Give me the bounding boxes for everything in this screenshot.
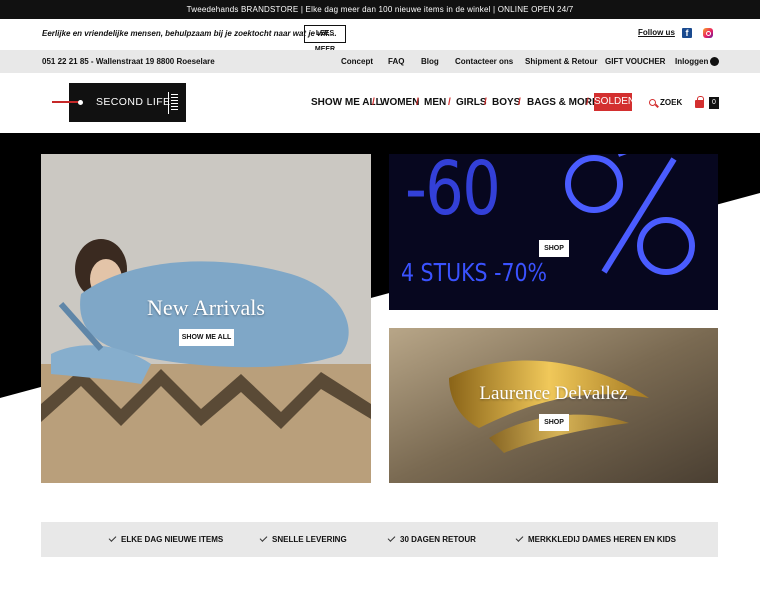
nav-men[interactable]: MEN bbox=[424, 97, 446, 108]
nav-boys[interactable]: BOYS bbox=[492, 97, 520, 108]
nav-separator: / bbox=[518, 97, 521, 108]
new-arrivals-title: New Arrivals bbox=[147, 295, 265, 320]
check-icon bbox=[515, 534, 524, 542]
link-login[interactable]: Inloggen bbox=[675, 57, 708, 66]
facebook-icon[interactable]: f bbox=[682, 28, 692, 38]
link-concept[interactable]: Concept bbox=[341, 57, 373, 66]
tile-sale[interactable]: -60 4 STUKS -70% SHOP bbox=[389, 154, 718, 310]
feature-item: SNELLE LEVERING bbox=[259, 534, 347, 544]
feature-label: MERKKLEDIJ DAMES HEREN EN KIDS bbox=[528, 535, 677, 544]
check-icon bbox=[259, 534, 268, 542]
nav-sale[interactable]: SOLDEN bbox=[594, 93, 635, 111]
feature-item: ELKE DAG NIEUWE ITEMS bbox=[108, 534, 224, 544]
nav-separator: / bbox=[416, 97, 419, 108]
instagram-icon[interactable] bbox=[703, 28, 713, 38]
check-icon bbox=[108, 534, 117, 542]
sale-sub-text: 4 STUKS -70% bbox=[401, 258, 548, 287]
main-header: SECOND LIFE SHOW ME ALL / WOMEN / MEN / … bbox=[0, 73, 760, 133]
designer-shop-button[interactable]: SHOP bbox=[539, 414, 569, 431]
feature-item: MERKKLEDIJ DAMES HEREN EN KIDS bbox=[515, 534, 677, 544]
designer-image bbox=[389, 328, 718, 483]
read-more-button[interactable]: LEES MEER bbox=[304, 25, 346, 53]
sale-big-text: -60 bbox=[405, 154, 501, 232]
store-address: 051 22 21 85 - Wallenstraat 19 8800 Roes… bbox=[42, 57, 215, 66]
nav-separator: / bbox=[372, 97, 375, 108]
nav-women[interactable]: WOMEN bbox=[380, 97, 419, 108]
nav-separator: / bbox=[586, 97, 589, 108]
follow-us-link[interactable]: Follow us bbox=[638, 28, 675, 37]
feature-item: 30 DAGEN RETOUR bbox=[387, 534, 476, 544]
link-contact[interactable]: Contacteer ons bbox=[455, 57, 513, 66]
show-me-all-button[interactable]: SHOW ME ALL bbox=[179, 329, 234, 346]
tile-laurence-delvallez[interactable]: Laurence Delvallez SHOP bbox=[389, 328, 718, 483]
nav-separator: / bbox=[448, 97, 451, 108]
logo[interactable]: SECOND LIFE bbox=[52, 83, 186, 122]
search-icon[interactable] bbox=[649, 99, 656, 106]
link-blog[interactable]: Blog bbox=[421, 57, 439, 66]
tile-new-arrivals[interactable]: New Arrivals SHOW ME ALL bbox=[41, 154, 371, 483]
designer-title: Laurence Delvallez bbox=[479, 383, 628, 404]
check-icon bbox=[387, 534, 396, 542]
features-bar: ELKE DAG NIEUWE ITEMS SNELLE LEVERING 30… bbox=[41, 522, 718, 557]
promo-tagline: Eerlijke en vriendelijke mensen, behulpz… bbox=[42, 29, 337, 38]
link-shipment[interactable]: Shipment & Retour bbox=[525, 57, 597, 66]
feature-label: SNELLE LEVERING bbox=[272, 535, 347, 544]
info-bar: 051 22 21 85 - Wallenstraat 19 8800 Roes… bbox=[0, 50, 760, 73]
link-gift-voucher[interactable]: GIFT VOUCHER bbox=[605, 57, 665, 66]
sale-shop-button[interactable]: SHOP bbox=[539, 240, 569, 257]
search-label[interactable]: ZOEK bbox=[660, 98, 682, 107]
logo-text: SECOND LIFE bbox=[96, 96, 171, 108]
announcement-bar: Tweedehands BRANDSTORE | Elke dag meer d… bbox=[0, 0, 760, 19]
user-icon[interactable] bbox=[710, 57, 719, 66]
cart-count-badge[interactable]: 0 bbox=[709, 97, 719, 109]
cart-icon[interactable] bbox=[695, 96, 704, 108]
link-faq[interactable]: FAQ bbox=[388, 57, 404, 66]
logo-sub-mark bbox=[168, 92, 180, 114]
promo-bar: Eerlijke en vriendelijke mensen, behulpz… bbox=[0, 19, 760, 53]
nav-girls[interactable]: GIRLS bbox=[456, 97, 487, 108]
logo-tag-icon bbox=[73, 95, 87, 109]
feature-label: 30 DAGEN RETOUR bbox=[400, 535, 476, 544]
nav-separator: / bbox=[484, 97, 487, 108]
feature-label: ELKE DAG NIEUWE ITEMS bbox=[121, 535, 224, 544]
